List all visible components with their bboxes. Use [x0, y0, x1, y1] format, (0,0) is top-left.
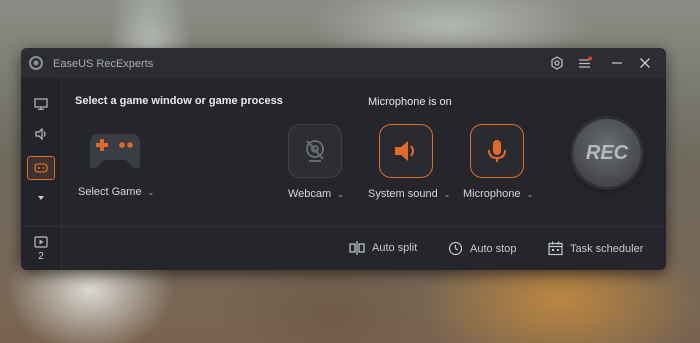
- microphone-icon: [488, 140, 506, 162]
- webcam-label: Webcam: [288, 188, 332, 200]
- speaker-icon: [35, 127, 46, 141]
- select-game-label: Select Game: [78, 186, 142, 198]
- sidebar-item-more[interactable]: [27, 186, 55, 210]
- gear-icon: [551, 56, 563, 70]
- task-scheduler-label: Task scheduler: [570, 242, 644, 255]
- microphone-dropdown[interactable]: Microphone ⌄: [463, 188, 533, 200]
- chevron-down-icon: ⌄: [337, 189, 344, 199]
- webcam-toggle[interactable]: [288, 124, 342, 178]
- chevron-down-icon: ⌄: [526, 189, 534, 199]
- calendar-icon: [548, 241, 563, 256]
- microphone-toggle[interactable]: [470, 124, 524, 178]
- close-button[interactable]: [636, 54, 654, 72]
- task-scheduler-button[interactable]: Task scheduler: [548, 241, 643, 256]
- clock-icon: [448, 241, 463, 256]
- minimize-button[interactable]: [608, 54, 626, 72]
- rec-label: REC: [585, 141, 629, 164]
- webcam-off-icon: [306, 140, 324, 162]
- auto-split-button[interactable]: Auto split: [349, 241, 417, 255]
- caret-down-icon: [38, 196, 44, 200]
- auto-stop-button[interactable]: Auto stop: [448, 241, 516, 256]
- system-sound-toggle[interactable]: [379, 124, 433, 178]
- rec-button[interactable]: REC: [573, 119, 641, 187]
- system-sound-label: System sound: [368, 188, 438, 200]
- webcam-dropdown[interactable]: Webcam ⌄: [288, 188, 344, 200]
- select-game-dropdown[interactable]: Select Game ⌄: [78, 186, 154, 198]
- recordings-list-button[interactable]: 2: [21, 226, 61, 270]
- auto-stop-label: Auto stop: [470, 242, 517, 255]
- bottom-toolbar: Auto split Auto stop Task scheduler: [61, 226, 666, 270]
- title-bar: EaseUS RecExperts: [21, 48, 666, 78]
- chevron-down-icon: ⌄: [147, 187, 155, 197]
- sidebar: 2: [21, 78, 62, 270]
- app-title: EaseUS RecExperts: [53, 58, 154, 70]
- sidebar-item-game[interactable]: [27, 156, 55, 180]
- gamepad-large-icon[interactable]: [88, 128, 142, 172]
- sidebar-item-screen[interactable]: [27, 92, 55, 116]
- recordings-count: 2: [38, 251, 44, 262]
- monitor-icon: [34, 98, 48, 110]
- split-icon: [349, 241, 365, 255]
- system-sound-dropdown[interactable]: System sound ⌄: [368, 188, 450, 200]
- menu-icon: [579, 56, 592, 68]
- settings-button[interactable]: [548, 54, 566, 72]
- close-icon: [640, 58, 650, 68]
- chevron-down-icon: ⌄: [443, 189, 451, 199]
- microphone-status: Microphone is on: [368, 96, 452, 108]
- app-window: EaseUS RecExperts 2 Select a game window…: [21, 48, 666, 270]
- auto-split-label: Auto split: [372, 242, 418, 254]
- gamepad-icon: [34, 163, 48, 173]
- app-logo-icon: [29, 56, 43, 70]
- minimize-icon: [612, 62, 622, 64]
- game-heading: Select a game window or game process: [75, 95, 283, 107]
- microphone-label: Microphone: [463, 188, 521, 200]
- menu-button[interactable]: [576, 54, 594, 72]
- speaker-on-icon: [395, 141, 414, 161]
- sidebar-item-audio[interactable]: [27, 122, 55, 146]
